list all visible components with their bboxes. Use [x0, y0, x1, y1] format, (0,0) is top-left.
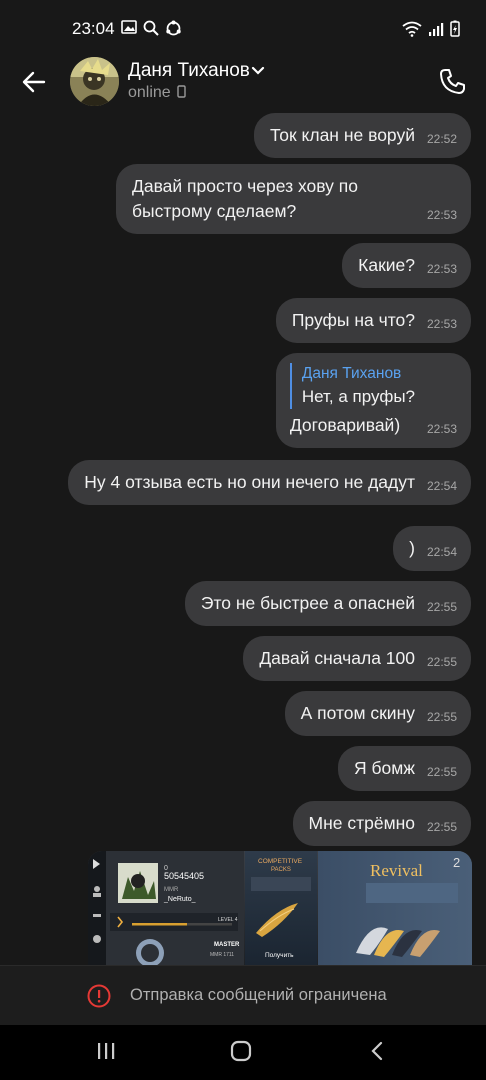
svg-text:Revival: Revival — [370, 861, 423, 880]
recent-apps-icon[interactable] — [94, 1039, 118, 1063]
svg-text:MMR: MMR — [164, 887, 179, 893]
sync-icon — [166, 20, 181, 36]
message-bubble[interactable]: Ну 4 отзыва есть но они нечего не дадут … — [68, 460, 471, 505]
message-bubble[interactable]: А потом скину 22:55 — [284, 691, 471, 736]
gallery-icon — [121, 20, 137, 34]
chat-header: Даня Тиханов online — [0, 50, 486, 112]
back-nav-icon[interactable] — [366, 1039, 390, 1063]
svg-text:MASTER: MASTER — [214, 942, 240, 948]
message-bubble[interactable]: ) 22:54 — [393, 526, 471, 571]
home-icon[interactable] — [229, 1039, 253, 1063]
game-screenshot: 0 50545405 MMR _NeRuto_ LEVEL 4 MASTER M… — [88, 851, 472, 965]
svg-text:LEVEL 4: LEVEL 4 — [218, 917, 238, 923]
svg-text:_NeRuto_: _NeRuto_ — [163, 896, 196, 903]
message-bubble[interactable]: Какие? 22:53 — [342, 243, 471, 288]
call-icon[interactable] — [438, 66, 468, 96]
system-navigation-bar — [0, 1025, 486, 1080]
svg-text:PACKS: PACKS — [271, 867, 291, 873]
search-icon — [143, 20, 159, 36]
svg-text:2: 2 — [453, 855, 460, 870]
svg-text:MMR 1711: MMR 1711 — [210, 952, 234, 958]
quoted-message[interactable]: Даня Тиханов Нет, а пруфы? — [289, 363, 415, 409]
wifi-icon — [402, 21, 422, 37]
message-bubble[interactable]: Ток клан не воруй 22:52 — [253, 113, 471, 158]
restriction-text: Отправка сообщений ограничена — [130, 986, 387, 1004]
messaging-restricted-bar: Отправка сообщений ограничена — [0, 965, 486, 1025]
reply-message-bubble[interactable]: Даня Тиханов Нет, а пруфы? Договаривай) … — [275, 353, 471, 448]
phone-device-icon — [177, 85, 186, 98]
svg-text:Получить: Получить — [265, 952, 294, 959]
chevron-down-icon[interactable] — [251, 66, 265, 76]
message-bubble[interactable]: Это не быстрее а опасней 22:55 — [184, 581, 471, 626]
avatar[interactable] — [70, 57, 119, 106]
contact-status: online — [128, 84, 186, 102]
battery-icon — [450, 20, 460, 37]
error-icon — [87, 984, 111, 1008]
contact-name[interactable]: Даня Тиханов — [128, 60, 250, 82]
message-bubble[interactable]: Мне стрёмно 22:55 — [292, 801, 471, 846]
back-arrow-icon[interactable] — [18, 66, 50, 98]
signal-icon — [429, 22, 444, 36]
message-list[interactable]: Ток клан не воруй 22:52 Давай просто чер… — [0, 112, 486, 965]
message-bubble[interactable]: Пруфы на что? 22:53 — [275, 298, 471, 343]
message-bubble[interactable]: Я бомж 22:55 — [338, 746, 471, 791]
image-message[interactable]: 0 50545405 MMR _NeRuto_ LEVEL 4 MASTER M… — [88, 851, 472, 965]
svg-text:50545405: 50545405 — [164, 871, 204, 881]
status-time: 23:04 — [72, 19, 115, 38]
message-bubble[interactable]: Давай сначала 100 22:55 — [243, 636, 471, 681]
svg-text:COMPETITIVE: COMPETITIVE — [258, 858, 303, 865]
message-bubble[interactable]: Давай просто через хову по быстрому сдел… — [116, 164, 471, 234]
